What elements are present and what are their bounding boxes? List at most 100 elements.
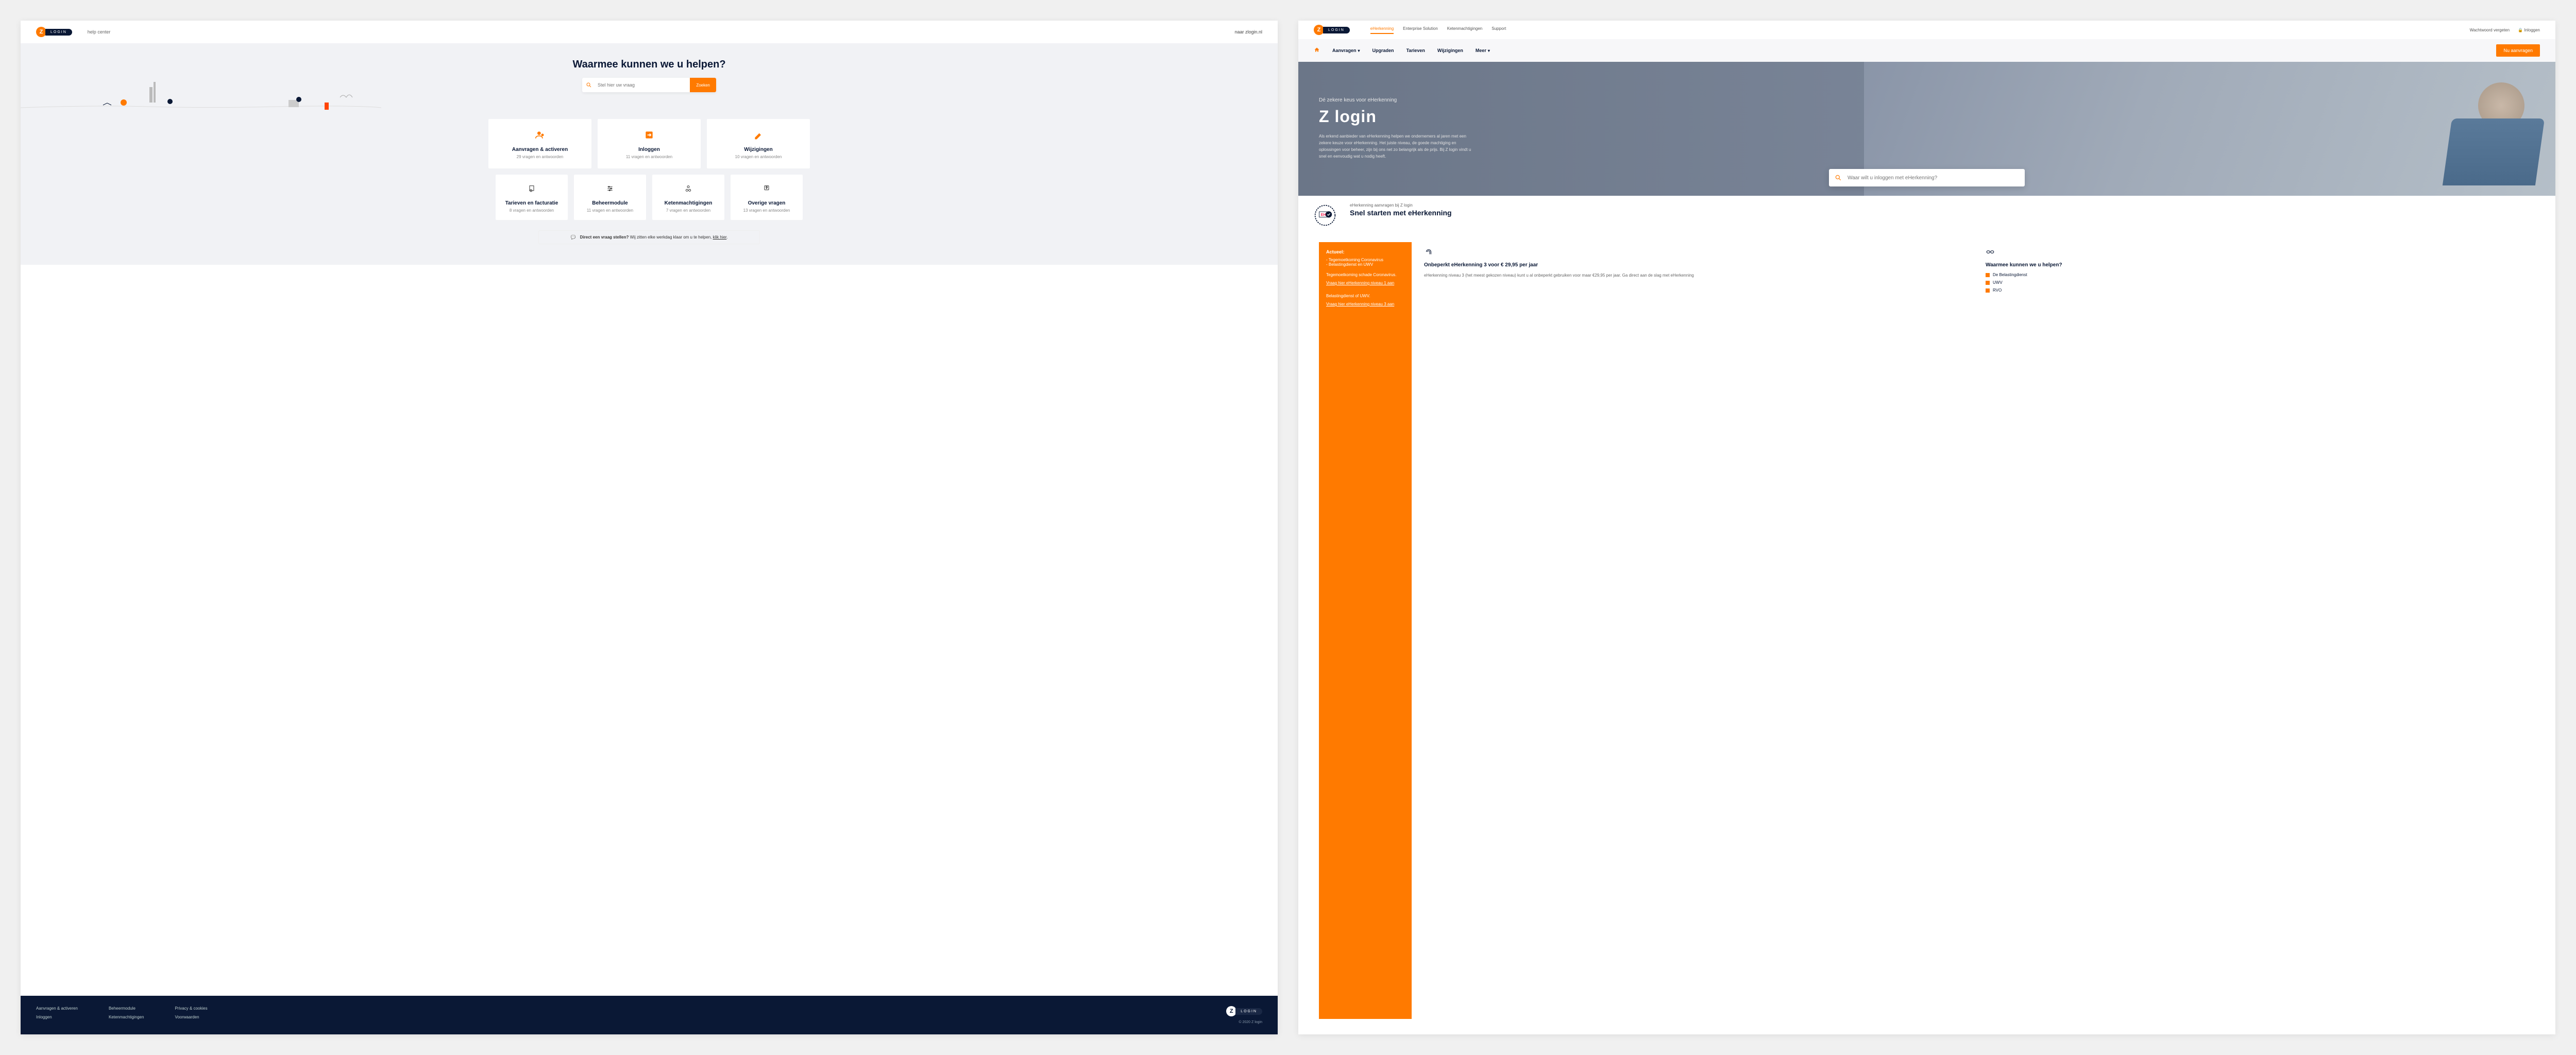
help-link[interactable]: De Belastingdienst: [1986, 273, 2535, 277]
banner-link[interactable]: klik hier: [713, 235, 727, 240]
logo[interactable]: Z LOGIN: [36, 27, 72, 37]
logo-badge: Z: [1226, 1006, 1236, 1016]
card-keten[interactable]: Ketenmachtigingen 7 vragen en antwoorden: [652, 175, 724, 220]
lock-icon: 🔒: [2518, 28, 2523, 32]
card-subtitle: 13 vragen en antwoorden: [734, 208, 800, 213]
logo-text: LOGIN: [45, 29, 72, 36]
hero-body: Als erkend aanbieder van eHerkenning hel…: [1319, 133, 1473, 160]
eh-badge-icon: EH: [1314, 204, 1336, 227]
invoice-icon: [499, 182, 565, 195]
category-grid: Aanvragen & activeren 29 vragen en antwo…: [21, 109, 1278, 265]
footer: Aanvragen & activeren Inloggen Beheermod…: [21, 996, 1278, 1034]
card-subtitle: 8 vragen en antwoorden: [499, 208, 565, 213]
hero-search: [1829, 169, 2025, 186]
card-title: Ketenmachtigingen: [655, 200, 721, 206]
subnav-meer[interactable]: Meer▾: [1476, 48, 1490, 53]
header: Z LOGIN help center naar zlogin.nl: [21, 21, 1278, 43]
hero-search-input[interactable]: [1848, 175, 2025, 181]
section-title: Snel starten met eHerkenning: [1350, 209, 1452, 217]
help-links: De Belastingdienst UWV RVO: [1986, 273, 2535, 293]
svg-text:EH: EH: [1321, 213, 1326, 217]
search-bar: Zoeken: [582, 78, 716, 92]
svg-text:?: ?: [766, 187, 768, 190]
login-link[interactable]: 🔒 Inloggen: [2518, 28, 2540, 32]
main-section: EH eHerkenning aanvragen bij Z login Sne…: [1298, 196, 2555, 1034]
footer-logo-area: Z LOGIN © 2020 Z login: [1226, 1006, 1262, 1024]
chevron-down-icon: ▾: [1358, 48, 1360, 53]
subnav-wijzigingen[interactable]: Wijzigingen: [1437, 48, 1463, 53]
nav-enterprise[interactable]: Enterprise Solution: [1403, 26, 1438, 34]
question-icon: ?: [734, 182, 800, 195]
banner-bold: Direct een vraag stellen?: [580, 235, 629, 240]
homepage-frame: Z LOGIN eHerkenning Enterprise Solution …: [1298, 21, 2555, 1034]
hero: Dé zekere keus voor eHerkenning Z login …: [1298, 62, 2555, 196]
subnav-upgraden[interactable]: Upgraden: [1372, 48, 1394, 53]
card-overige[interactable]: ? Overige vragen 13 vragen en antwoorden: [731, 175, 803, 220]
banner-text: Wij zitten elke werkdag klaar om u te he…: [630, 235, 713, 240]
footer-col-2: Beheermodule Ketenmachtigingen: [109, 1006, 144, 1024]
card-title: Inloggen: [603, 147, 696, 152]
primary-nav: eHerkenning Enterprise Solution Ketenmac…: [1370, 26, 1506, 34]
nav-keten[interactable]: Ketenmachtigingen: [1447, 26, 1483, 34]
footer-link[interactable]: Beheermodule: [109, 1006, 144, 1011]
footer-link[interactable]: Privacy & cookies: [175, 1006, 207, 1011]
hero-illustration: [21, 77, 381, 113]
home-icon[interactable]: [1314, 47, 1320, 54]
search-input[interactable]: [596, 78, 690, 92]
card-beheer[interactable]: Beheermodule 11 vragen en antwoorden: [574, 175, 646, 220]
chain-icon: [655, 182, 721, 195]
actueel-list: Tegemoetkoming Coronavirus Belastingdien…: [1326, 258, 1404, 267]
cta-button[interactable]: Nu aanvragen: [2496, 44, 2540, 57]
card-tarieven[interactable]: Tarieven en facturatie 8 vragen en antwo…: [496, 175, 568, 220]
help-link[interactable]: RVO: [1986, 288, 2535, 293]
footer-link[interactable]: Voorwaarden: [175, 1015, 207, 1019]
help-center-frame: Z LOGIN help center naar zlogin.nl Waarm…: [21, 21, 1278, 1034]
search-button[interactable]: Zoeken: [690, 78, 716, 92]
footer-col-1: Aanvragen & activeren Inloggen: [36, 1006, 78, 1024]
card-aanvragen[interactable]: Aanvragen & activeren 29 vragen en antwo…: [488, 119, 591, 168]
footer-link[interactable]: Ketenmachtigingen: [109, 1015, 144, 1019]
help-center-link[interactable]: help center: [88, 29, 111, 35]
card-wijzigingen[interactable]: Wijzigingen 10 vragen en antwoorden: [707, 119, 810, 168]
top-bar: Z LOGIN eHerkenning Enterprise Solution …: [1298, 21, 2555, 39]
section-kicker: eHerkenning aanvragen bij Z login: [1350, 203, 1452, 208]
card-title: Aanvragen & activeren: [494, 147, 586, 152]
actueel-item: Tegemoetkoming Coronavirus: [1326, 258, 1404, 262]
actueel-link[interactable]: Vraag hier eHerkenning niveau 1 aan: [1326, 280, 1404, 286]
pencil-icon: [712, 128, 805, 142]
forgot-password-link[interactable]: Wachtwoord vergeten: [2470, 28, 2510, 32]
back-to-site-link[interactable]: naar zlogin.nl: [1234, 29, 1262, 35]
actueel-box: Actueel: Tegemoetkoming Coronavirus Bela…: [1319, 242, 1412, 1019]
card-title: Overige vragen: [734, 200, 800, 206]
login-icon: [603, 128, 696, 142]
sliders-icon: [577, 182, 643, 195]
hero-kicker: Dé zekere keus voor eHerkenning: [1319, 97, 1473, 103]
card-row-1: Aanvragen & activeren 29 vragen en antwo…: [33, 119, 1265, 168]
card-title: Beheermodule: [577, 200, 643, 206]
actueel-text: Tegemoetkoming schade Coronavirus.: [1326, 272, 1404, 278]
feature-title: Onbeperkt eHerkenning 3 voor € 29,95 per…: [1424, 262, 1973, 268]
hero-title: Z login: [1319, 107, 1473, 126]
nav-support[interactable]: Support: [1492, 26, 1506, 34]
subnav-aanvragen[interactable]: Aanvragen▾: [1332, 48, 1360, 53]
subnav-tarieven[interactable]: Tarieven: [1406, 48, 1425, 53]
footer-link[interactable]: Aanvragen & activeren: [36, 1006, 78, 1011]
actueel-item: Belastingdienst en UWV: [1326, 262, 1404, 267]
card-title: Tarieven en facturatie: [499, 200, 565, 206]
logo[interactable]: Z LOGIN: [1314, 25, 1350, 35]
footer-link[interactable]: Inloggen: [36, 1015, 78, 1019]
user-plus-icon: [494, 128, 586, 142]
footer-logo[interactable]: Z LOGIN: [1226, 1006, 1262, 1016]
card-inloggen[interactable]: Inloggen 11 vragen en antwoorden: [598, 119, 701, 168]
sub-nav: Aanvragen▾ Upgraden Tarieven Wijzigingen…: [1332, 48, 1490, 53]
hero: Waarmee kunnen we u helpen? Zoeken: [21, 43, 1278, 113]
help-link[interactable]: UWV: [1986, 280, 2535, 285]
feature-col-price: Onbeperkt eHerkenning 3 voor € 29,95 per…: [1424, 247, 1973, 1019]
nav-eherkenning[interactable]: eHerkenning: [1370, 26, 1394, 34]
actueel-link[interactable]: Vraag hier eHerkenning niveau 3 aan: [1326, 301, 1404, 308]
footer-col-3: Privacy & cookies Voorwaarden: [175, 1006, 207, 1024]
chevron-down-icon: ▾: [1488, 48, 1490, 53]
copyright: © 2020 Z login: [1226, 1020, 1262, 1024]
logo-badge: Z: [1314, 25, 1324, 35]
hero-title: Waarmee kunnen we u helpen?: [21, 59, 1278, 71]
